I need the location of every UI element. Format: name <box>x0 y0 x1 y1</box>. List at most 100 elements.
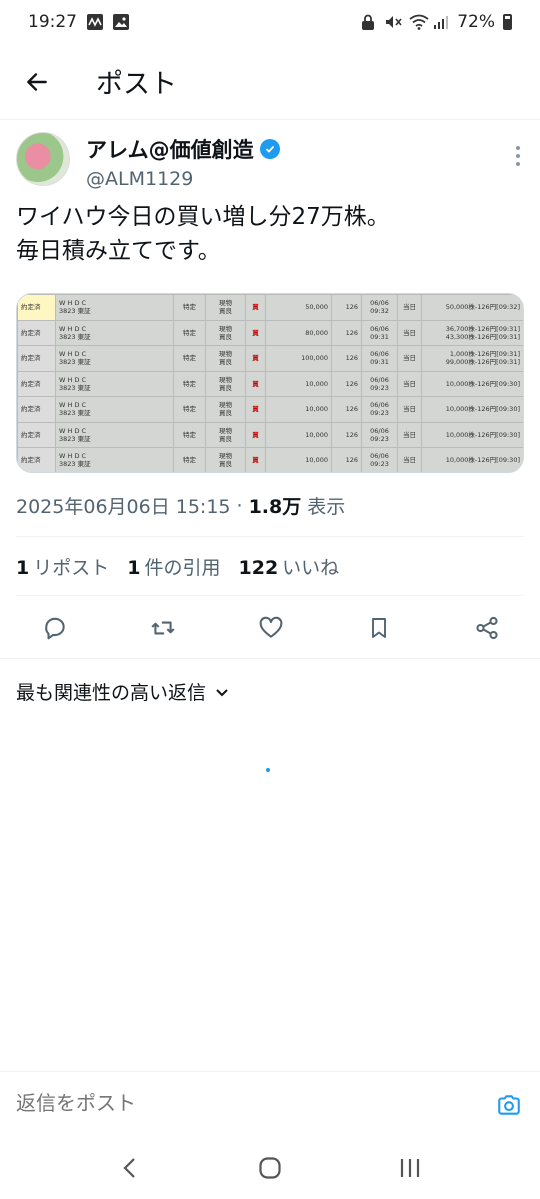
order-cell-exec: 10,000株-126円[09:30] <box>421 370 523 397</box>
order-cell-text: 43,300株-126円[09:31] <box>445 332 520 341</box>
order-cell-price: 126 <box>331 370 362 397</box>
order-cell-text: W H D C <box>59 324 87 333</box>
display-name-row[interactable]: アレム@価値創造 <box>86 134 280 164</box>
more-dot-icon <box>516 146 520 150</box>
tweet-media-image[interactable]: 約定済 W H D C 3823 東証 特定 現物 買良買 50,000 126 06/06 09… <box>16 293 524 473</box>
recents-icon <box>400 1159 420 1177</box>
reply-composer <box>0 1071 540 1137</box>
order-cell-account: 特定 <box>173 396 206 423</box>
reply-input[interactable] <box>16 1093 494 1116</box>
order-cell-account: 特定 <box>173 370 206 397</box>
order-cell-text: W H D C <box>59 375 87 384</box>
share-button[interactable] <box>472 613 502 643</box>
status-time: 19:27 <box>28 12 77 32</box>
tweet-text-line: ワイハウ今日の買い増し分27万株。 <box>16 204 390 230</box>
avatar[interactable] <box>16 132 70 186</box>
order-cell-price: 126 <box>331 345 362 372</box>
nav-home-button[interactable] <box>240 1143 300 1193</box>
order-cell-text: 3823 東証 <box>59 332 91 341</box>
tweet-text: ワイハウ今日の買い増し分27万株。 毎日積み立てです。 <box>16 200 524 268</box>
nav-back-button[interactable] <box>100 1143 160 1193</box>
order-cell-text: 3823 東証 <box>59 307 91 316</box>
order-cell-text: 09:32 <box>370 307 389 316</box>
quotes-label: 件の引用 <box>144 557 221 579</box>
battery-percent: 72% <box>457 12 495 32</box>
repost-button[interactable] <box>148 613 178 643</box>
order-cell-status: 約定済 <box>17 447 56 472</box>
order-cell-type: 現物 買良 <box>205 370 246 397</box>
tweet-timestamp-row: 2025年06月06日 15:15 · 1.8万 表示 <box>16 492 345 519</box>
order-cell-side: 買 <box>245 319 266 346</box>
order-cell-side: 買 <box>245 370 266 397</box>
tweet-time[interactable]: 2025年06月06日 15:15 <box>16 492 231 519</box>
bookmark-button[interactable] <box>364 613 394 643</box>
reposts-stat[interactable]: 1 リポスト <box>16 553 109 580</box>
order-cell-qty: 10,000 <box>265 447 332 472</box>
order-cell-name: W H D C 3823 東証 <box>55 319 174 346</box>
order-cell-exec: 10,000株-126円[09:30] <box>421 447 523 472</box>
wifi-icon <box>409 14 429 30</box>
views-count: 1.8万 <box>248 496 302 518</box>
order-cell-text: 3823 東証 <box>59 383 91 392</box>
nav-recents-button[interactable] <box>380 1143 440 1193</box>
order-cell-text: 09:23 <box>370 409 389 418</box>
order-cell-qty: 10,000 <box>265 370 332 397</box>
activity-icon <box>87 14 103 30</box>
reply-icon <box>45 617 65 640</box>
order-cell-name: W H D C 3823 東証 <box>55 294 174 321</box>
order-cell-text: 06/06 <box>370 324 389 333</box>
order-cell-text: 06/06 <box>370 299 389 308</box>
order-cell-text: 現物 <box>219 426 232 435</box>
order-row: 約定済 W H D C 3823 東証 特定 現物 買良買 50,000 126 06/06 09… <box>17 294 523 321</box>
like-button[interactable] <box>256 613 286 643</box>
camera-button[interactable] <box>494 1090 524 1120</box>
order-cell-datetime: 06/06 09:31 <box>361 319 398 346</box>
order-cell-text: 買良 <box>219 460 232 469</box>
loading-indicator <box>266 768 270 772</box>
heart-icon <box>259 616 283 638</box>
engagement-stats: 1 リポスト 1 件の引用 122 いいね <box>16 553 339 580</box>
more-dot-icon <box>516 162 520 166</box>
more-options-button[interactable] <box>514 146 522 166</box>
order-cell-text: 買良 <box>219 434 232 443</box>
order-cell-name: W H D C 3823 東証 <box>55 421 174 448</box>
more-dot-icon <box>516 154 520 158</box>
order-cell-text: 09:23 <box>370 434 389 443</box>
order-cell-exec: 1,000株-126円[09:31] 99,000株-126円[09:31] <box>421 345 523 372</box>
order-cell-status: 約定済 <box>17 294 56 321</box>
chevron-down-icon <box>216 688 228 696</box>
order-cell-text: 3823 東証 <box>59 358 91 367</box>
reply-button[interactable] <box>40 613 70 643</box>
quotes-stat[interactable]: 1 件の引用 <box>127 553 220 580</box>
order-cell-text: 06/06 <box>370 426 389 435</box>
likes-stat[interactable]: 122 いいね <box>239 553 340 580</box>
order-cell-qty: 100,000 <box>265 345 332 372</box>
divider <box>16 536 524 537</box>
back-button[interactable] <box>0 44 74 120</box>
bookmark-icon <box>372 618 386 638</box>
order-cell-name: W H D C 3823 東証 <box>55 447 174 472</box>
order-cell-term: 当日 <box>397 421 422 448</box>
order-cell-text: 3823 東証 <box>59 434 91 443</box>
order-cell-text: 10,000株-126円[09:30] <box>445 379 520 388</box>
order-cell-account: 特定 <box>173 345 206 372</box>
verified-badge-icon <box>259 139 280 159</box>
order-cell-term: 当日 <box>397 396 422 423</box>
divider <box>16 595 524 596</box>
order-cell-text: 買良 <box>219 409 232 418</box>
lock-icon <box>361 14 377 30</box>
user-handle[interactable]: @ALM1129 <box>86 168 280 190</box>
battery-icon <box>503 14 512 30</box>
order-cell-text: 買良 <box>219 307 232 316</box>
page-title: ポスト <box>96 69 177 100</box>
order-cell-type: 現物 買良 <box>205 447 246 472</box>
share-icon <box>476 616 498 640</box>
order-cell-side: 買 <box>245 294 266 321</box>
order-cell-text: 現物 <box>219 324 232 333</box>
order-cell-status: 約定済 <box>17 421 56 448</box>
order-cell-exec: 10,000株-126円[09:30] <box>421 396 523 423</box>
reposts-count: 1 <box>16 557 30 579</box>
order-cell-type: 現物 買良 <box>205 294 246 321</box>
mute-icon <box>385 14 402 30</box>
reply-sort-dropdown[interactable]: 最も関連性の高い返信 <box>16 678 230 705</box>
